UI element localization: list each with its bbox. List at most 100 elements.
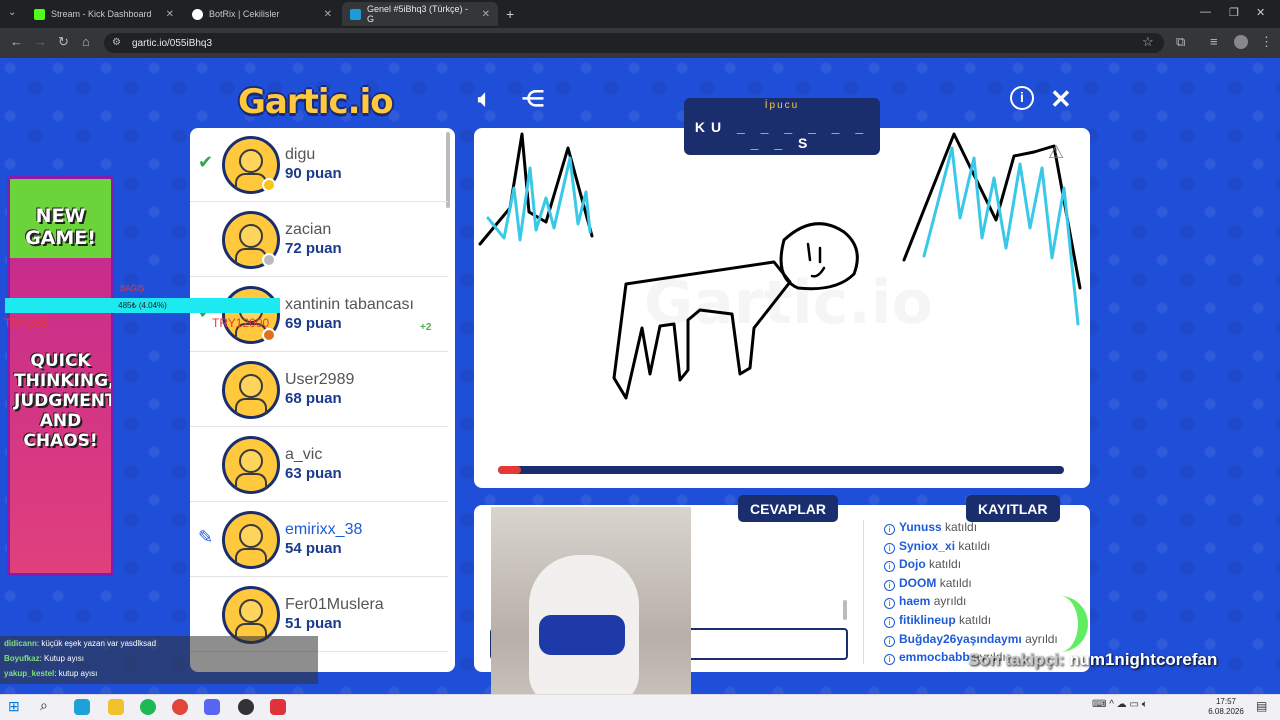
time-progress-fill	[498, 466, 521, 474]
avatar-face	[239, 599, 263, 623]
kick-icon	[34, 8, 45, 20]
exit-icon[interactable]: ✕	[1050, 84, 1072, 115]
drawing	[478, 132, 1082, 400]
cat-harness	[539, 615, 625, 655]
drawing-pencil-icon: ✎	[198, 527, 214, 547]
last-follower-overlay: Son takipçi: num1nightcorefan	[968, 650, 1217, 670]
tab-label: Stream - Kick Dashboard	[51, 9, 152, 19]
extensions-icon[interactable]: ⧉	[1176, 34, 1185, 50]
avatar-body	[235, 548, 267, 564]
chat-user: didicann	[4, 639, 37, 648]
tab-search-icon[interactable]: ⌄	[8, 7, 16, 18]
tab-gartic[interactable]: Genel #5iBhq3 (Türkçe) - G ✕	[342, 2, 498, 26]
chat-text: : küçük eşek yazan var yasdlksad	[36, 639, 157, 648]
log-entry: i Dojo katıldı	[884, 557, 1084, 576]
avatar-face	[239, 449, 263, 473]
close-tab-icon[interactable]: ✕	[324, 9, 332, 20]
gartic-logo: Gartic.io	[238, 82, 394, 122]
log-action: katıldı	[939, 575, 972, 590]
search-icon[interactable]: ⌕	[40, 697, 48, 714]
edge-icon[interactable]	[74, 699, 90, 715]
spotify-icon[interactable]	[140, 699, 156, 715]
clock-time: 17:57	[1215, 697, 1237, 706]
chat-message: Boyufkaz: Kutup ayısı	[0, 651, 318, 666]
player-list: ✔digu90 puanzacian72 puan✔xantinin taban…	[190, 128, 455, 672]
log-user: emmocbabb	[899, 650, 970, 665]
player-row[interactable]: ✎ emirixx_38 54 puan	[190, 503, 448, 577]
log-user: Syniox_xi	[899, 538, 956, 553]
player-row[interactable]: User2989 68 puan	[190, 353, 448, 427]
player-name: Fer01Muslera	[285, 596, 384, 613]
tray-icons[interactable]: ⌨ ^ ☁ ▭ 🔈︎	[1092, 699, 1148, 710]
tab-kick-dashboard[interactable]: Stream - Kick Dashboard ✕	[26, 2, 182, 26]
explorer-icon[interactable]	[108, 699, 124, 715]
minimize-button[interactable]: —	[1200, 6, 1211, 18]
info-icon: i	[884, 635, 895, 647]
site-info-icon[interactable]: ⚙	[112, 37, 121, 48]
player-row[interactable]: ✔ digu 90 puan	[190, 128, 448, 202]
tab-answers[interactable]: CEVAPLAR	[738, 495, 838, 522]
tab-logs[interactable]: KAYITLAR	[966, 495, 1060, 522]
tab-label: BotRix | Cekilisler	[209, 9, 280, 19]
url-text: gartic.io/055iBhq3	[132, 37, 213, 49]
home-icon[interactable]: ⌂	[82, 34, 90, 49]
close-window-button[interactable]: ✕	[1256, 6, 1265, 19]
profile-avatar[interactable]	[1234, 35, 1248, 49]
log-entry: i Yunuss katıldı	[884, 520, 1084, 539]
player-row[interactable]: a_vic 63 puan	[190, 428, 448, 502]
log-user: Yunuss	[899, 520, 942, 534]
player-score: 54 puan	[285, 540, 342, 557]
ad-tagline: QUICK THINKING, JUDGMENT AND CHAOS!	[14, 351, 114, 451]
follower-name: num1nightcorefan	[1069, 650, 1218, 669]
bookmark-star-icon[interactable]: ☆	[1142, 34, 1154, 50]
status-dot	[262, 178, 276, 192]
log-action: katıldı	[958, 538, 991, 553]
player-score: 72 puan	[285, 240, 342, 257]
player-name: xantinin tabancası	[285, 296, 414, 313]
player-row[interactable]: zacian 72 puan	[190, 203, 448, 277]
time-progress-track	[498, 466, 1064, 474]
donation-current: TRY285	[4, 316, 48, 330]
player-row[interactable]: ✔xantinin tabancası69 puan+2	[190, 278, 448, 352]
obs-icon[interactable]	[238, 699, 254, 715]
reload-icon[interactable]: ↻	[58, 34, 69, 50]
player-score: 51 puan	[285, 615, 342, 632]
new-tab-button[interactable]: +	[506, 6, 514, 22]
share-icon[interactable]: ⋲	[522, 86, 544, 112]
reading-list-icon[interactable]: ≡	[1210, 34, 1218, 49]
close-tab-icon[interactable]: ✕	[482, 9, 490, 20]
forward-icon[interactable]: →	[34, 34, 47, 49]
info-icon: i	[884, 616, 895, 628]
tab-botrix[interactable]: BotRix | Cekilisler ✕	[184, 2, 340, 26]
info-icon: i	[884, 561, 895, 573]
chrome-icon[interactable]	[172, 699, 188, 715]
sound-icon[interactable]: 🔈︎	[478, 86, 491, 112]
address-bar[interactable]: gartic.io/055iBhq3	[104, 33, 1164, 53]
guessed-check-icon: ✔	[198, 152, 214, 172]
stream-chat-overlay: didicann: küçük eşek yazan var yasdlksad…	[0, 636, 318, 684]
notification-icon[interactable]: ▤	[1256, 699, 1267, 713]
app-icon[interactable]	[270, 699, 286, 715]
report-warning-icon[interactable]: ⚠	[1048, 142, 1064, 163]
status-dot	[262, 328, 276, 342]
menu-icon[interactable]: ⋮	[1260, 34, 1273, 50]
advertisement-banner[interactable]: NEW GAME! QUICK THINKING, JUDGMENT AND C…	[7, 176, 114, 576]
info-icon[interactable]: i	[1010, 86, 1034, 110]
donation-goal-bar: 485₺ (4.04%)	[5, 298, 280, 313]
player-score: 90 puan	[285, 165, 342, 182]
log-user: fitiklineup	[899, 612, 956, 627]
start-icon[interactable]: ⊞	[8, 698, 20, 715]
answers-scrollbar[interactable]	[843, 600, 847, 620]
info-icon: i	[884, 579, 895, 591]
chat-text: : kutup ayısı	[54, 669, 98, 678]
close-tab-icon[interactable]: ✕	[166, 9, 174, 20]
info-icon: i	[884, 542, 895, 554]
maximize-button[interactable]: ❐	[1229, 6, 1239, 19]
discord-icon[interactable]	[204, 699, 220, 715]
avatar-face	[239, 224, 263, 248]
botrix-icon	[192, 8, 203, 20]
back-icon[interactable]: ←	[10, 34, 23, 49]
drawing-canvas[interactable]: Gartic.io ⚠	[474, 128, 1090, 488]
score-gain: +2	[420, 322, 432, 333]
system-clock[interactable]: 17:57 6.08.2026	[1204, 697, 1248, 717]
